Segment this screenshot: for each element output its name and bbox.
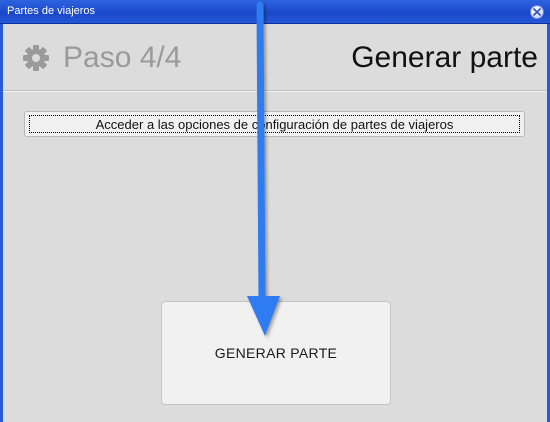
window-title: Partes de viajeros bbox=[7, 5, 96, 17]
wizard-header: Paso 4/4 Generar parte bbox=[3, 24, 547, 90]
header-divider bbox=[3, 90, 547, 92]
window-titlebar[interactable]: Partes de viajeros bbox=[0, 0, 550, 24]
step-label: Paso 4/4 bbox=[63, 41, 182, 74]
close-button[interactable] bbox=[530, 5, 544, 19]
generate-report-button[interactable]: GENERAR PARTE bbox=[161, 301, 391, 405]
close-icon bbox=[533, 8, 541, 16]
gear-icon bbox=[23, 45, 49, 71]
page-title: Generar parte bbox=[351, 41, 538, 74]
step-indicator: Paso 4/4 bbox=[21, 41, 181, 75]
configuration-options-label: Acceder a las opciones de configuración … bbox=[95, 116, 454, 132]
generate-report-label: GENERAR PARTE bbox=[214, 345, 338, 361]
configuration-options-button[interactable]: Acceder a las opciones de configuración … bbox=[24, 111, 525, 137]
